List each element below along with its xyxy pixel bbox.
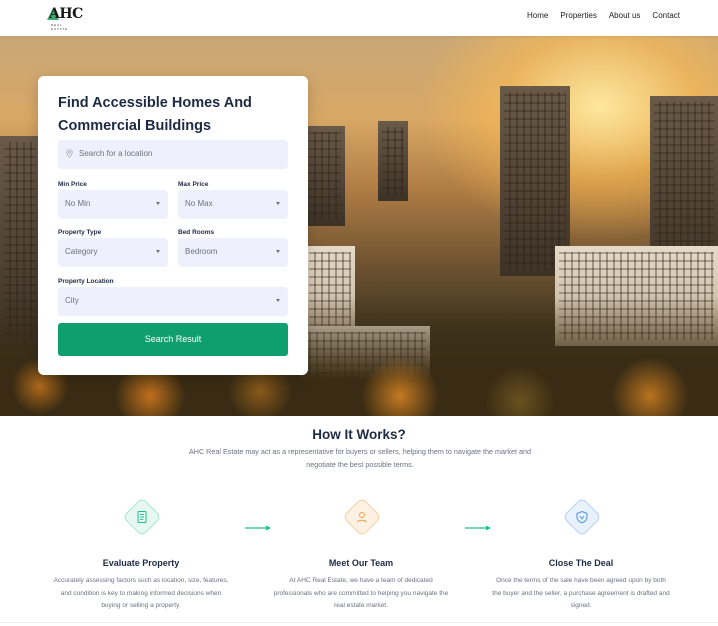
max-price-label: Max Price	[178, 181, 209, 188]
nav-link-properties[interactable]: Properties	[560, 11, 596, 20]
section-divider	[0, 622, 718, 623]
arrow-right-icon	[465, 525, 491, 531]
arrow-right-icon	[245, 525, 271, 531]
logo-tagline: REAL ESTATE	[51, 23, 69, 31]
nav-link-contact[interactable]: Contact	[652, 11, 680, 20]
how-it-works-description: AHC Real Estate may act as a representat…	[189, 447, 531, 469]
location-search-input[interactable]: Search for a location	[58, 140, 288, 169]
building	[305, 126, 345, 226]
location-pin-icon	[66, 149, 73, 158]
search-result-button[interactable]: Search Result	[58, 323, 288, 356]
step-title: Evaluate Property	[102, 558, 180, 568]
step-icon-badge	[122, 497, 162, 537]
min-price-label: Min Price	[58, 181, 87, 188]
min-price-value: No Min	[65, 199, 91, 208]
property-type-label: Property Type	[58, 229, 102, 236]
property-type-value: Category	[65, 247, 98, 256]
shield-icon	[576, 510, 588, 524]
building	[378, 121, 408, 201]
chevron-down-icon	[276, 202, 280, 205]
step-icon-badge	[342, 497, 382, 537]
max-price-value: No Max	[185, 199, 213, 208]
logo-text: AHC	[49, 6, 83, 22]
bedrooms-value: Bedroom	[185, 247, 218, 256]
nav-menu: Home Properties About us Contact	[515, 11, 680, 20]
step-text: At AHC Real Estate, we have a team of de…	[273, 577, 449, 609]
max-price-select[interactable]: No Max	[178, 190, 288, 219]
chevron-down-icon	[276, 250, 280, 253]
person-icon	[357, 512, 367, 523]
document-icon	[137, 511, 147, 523]
step-text: Once the terms of the sale have been agr…	[492, 577, 670, 609]
property-search-card: Find Accessible Homes And Commercial Bui…	[38, 76, 308, 375]
how-it-works-title: How It Works?	[312, 427, 406, 442]
search-card-title: Find Accessible Homes And Commercial Bui…	[58, 95, 252, 134]
top-navbar: AHC REAL ESTATE Home Properties About us…	[0, 0, 718, 36]
bedrooms-label: Bed Rooms	[178, 229, 215, 236]
property-location-label: Property Location	[58, 278, 114, 285]
city-select[interactable]: City	[58, 287, 288, 316]
step-icon-badge	[562, 497, 602, 537]
nav-link-about[interactable]: About us	[609, 11, 641, 20]
min-price-select[interactable]: No Min	[58, 190, 168, 219]
property-type-select[interactable]: Category	[58, 238, 168, 267]
chevron-down-icon	[156, 202, 160, 205]
chevron-down-icon	[156, 250, 160, 253]
logo[interactable]: AHC REAL ESTATE	[47, 6, 83, 31]
step-title: Meet Our Team	[328, 558, 394, 568]
city-value: City	[65, 296, 79, 305]
bedrooms-select[interactable]: Bedroom	[178, 238, 288, 267]
nav-link-home[interactable]: Home	[527, 11, 548, 20]
location-search-placeholder: Search for a location	[79, 149, 153, 158]
step-text: Accurately assessing factors such as loc…	[53, 577, 229, 609]
step-title: Close The Deal	[548, 558, 614, 568]
chevron-down-icon	[276, 299, 280, 302]
